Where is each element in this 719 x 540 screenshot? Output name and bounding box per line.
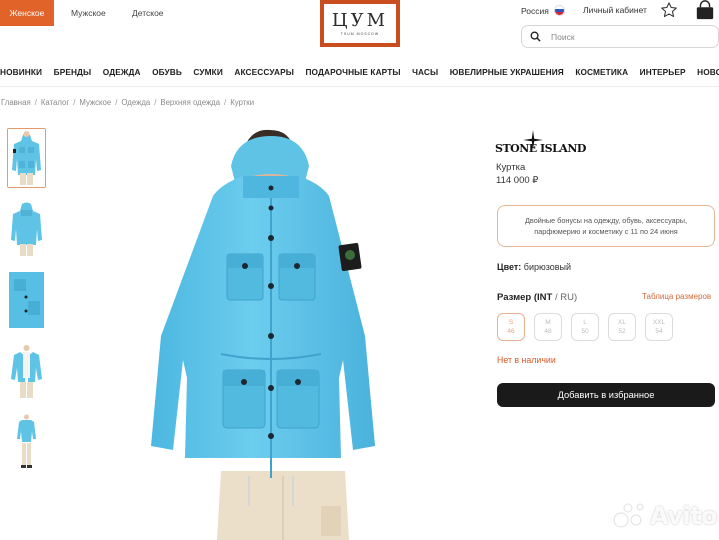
size-option-l[interactable]: L 50 bbox=[571, 313, 599, 341]
size-option-xl[interactable]: XL 52 bbox=[608, 313, 636, 341]
tab-kids[interactable]: Детское bbox=[132, 8, 164, 18]
size-int: XXL bbox=[652, 319, 666, 326]
breadcrumb-home[interactable]: Главная bbox=[1, 98, 31, 107]
breadcrumb-outerwear[interactable]: Верхняя одежда bbox=[160, 98, 220, 107]
russia-flag-icon bbox=[553, 5, 565, 16]
nav-item-shoes[interactable]: ОБУВЬ bbox=[152, 67, 182, 77]
nav-item-jewelry[interactable]: ЮВЕЛИРНЫЕ УКРАШЕНИЯ bbox=[450, 67, 564, 77]
jacket-open-thumbnail bbox=[8, 342, 45, 400]
nav-item-cosmetics[interactable]: КОСМЕТИКА bbox=[575, 67, 628, 77]
search-input[interactable] bbox=[551, 31, 701, 42]
size-label-text: Размер bbox=[497, 292, 532, 303]
size-option-xxl[interactable]: XXL 54 bbox=[645, 313, 673, 341]
breadcrumb-separator: / bbox=[115, 98, 118, 107]
size-label-ru: / RU) bbox=[552, 292, 578, 303]
jacket-back-thumbnail bbox=[8, 200, 45, 258]
product-type: Куртка bbox=[496, 162, 526, 173]
nav-item-gift-cards[interactable]: ПОДАРОЧНЫЕ КАРТЫ bbox=[305, 67, 400, 77]
thumbnail-back[interactable] bbox=[7, 199, 46, 259]
color-label: Цвет: bbox=[497, 262, 522, 272]
product-main-image[interactable] bbox=[143, 126, 383, 540]
size-ru: 52 bbox=[618, 328, 626, 335]
nav-item-watches[interactable]: ЧАСЫ bbox=[412, 67, 438, 77]
avito-watermark: Avito bbox=[612, 500, 718, 532]
logo-main-text: ЦУМ bbox=[331, 10, 389, 31]
product-price: 114 000 ₽ bbox=[496, 175, 539, 186]
main-nav: НОВИНКИ БРЕНДЫ ОДЕЖДА ОБУВЬ СУМКИ АКСЕСС… bbox=[0, 62, 719, 82]
nav-item-brands[interactable]: БРЕНДЫ bbox=[54, 67, 92, 77]
breadcrumb-separator: / bbox=[154, 98, 157, 107]
size-option-m[interactable]: M 48 bbox=[534, 313, 562, 341]
region-selector[interactable]: Россия bbox=[521, 5, 565, 16]
color-value: бирюзовый bbox=[523, 262, 572, 272]
jacket-main-photo bbox=[143, 126, 383, 540]
jacket-detail-thumbnail bbox=[9, 272, 44, 328]
favorites-star-icon[interactable] bbox=[660, 1, 678, 19]
breadcrumb-catalog[interactable]: Каталог bbox=[41, 98, 69, 107]
nav-item-interior[interactable]: ИНТЕРЬЕР bbox=[640, 67, 686, 77]
size-ru: 54 bbox=[655, 328, 663, 335]
jacket-front-thumbnail bbox=[8, 129, 45, 187]
size-options: S 46 M 48 L 50 XL 52 XXL 54 bbox=[497, 313, 673, 341]
thumbnail-front[interactable] bbox=[7, 128, 46, 188]
shopping-bag-icon[interactable] bbox=[694, 0, 716, 20]
size-ru: 50 bbox=[581, 328, 589, 335]
nav-item-clothing[interactable]: ОДЕЖДА bbox=[103, 67, 141, 77]
size-label: Размер (INT / RU) bbox=[497, 292, 577, 303]
gender-tabs: Женское bbox=[0, 0, 54, 26]
brand-name: STONE ISLAND bbox=[495, 142, 586, 155]
size-int: XL bbox=[618, 319, 626, 326]
size-int: M bbox=[545, 319, 551, 326]
bonus-promo-text: Двойные бонусы на одежду, обувь, аксессу… bbox=[524, 216, 688, 236]
breadcrumb: Главная / Каталог / Мужское / Одежда / Верхн… bbox=[1, 98, 254, 107]
breadcrumb-jackets[interactable]: Куртки bbox=[230, 98, 254, 107]
logo-frame: ЦУМ TSUM MOSCOW bbox=[323, 3, 397, 44]
site-logo[interactable]: ЦУМ TSUM MOSCOW bbox=[320, 0, 400, 47]
breadcrumb-clothing[interactable]: Одежда bbox=[121, 98, 150, 107]
size-option-s[interactable]: S 46 bbox=[497, 313, 525, 341]
availability-status: Нет в наличии bbox=[497, 355, 556, 365]
nav-item-news[interactable]: НОВОСТИ bbox=[697, 67, 719, 77]
thumbnail-full[interactable] bbox=[7, 412, 46, 472]
avito-dots-icon bbox=[613, 503, 644, 528]
nav-item-new[interactable]: НОВИНКИ bbox=[0, 67, 42, 77]
nav-item-accessories[interactable]: АКСЕССУАРЫ bbox=[234, 67, 294, 77]
size-int: L bbox=[583, 319, 587, 326]
color-info: Цвет: бирюзовый bbox=[497, 262, 571, 272]
nav-divider bbox=[0, 86, 719, 87]
size-ru: 48 bbox=[544, 328, 552, 335]
thumbnail-open[interactable] bbox=[7, 341, 46, 401]
search-icon bbox=[530, 31, 541, 42]
size-label-int: (INT bbox=[533, 292, 553, 303]
search-bar[interactable] bbox=[521, 25, 719, 48]
breadcrumb-separator: / bbox=[34, 98, 37, 107]
bonus-promo-box: Двойные бонусы на одежду, обувь, аксессу… bbox=[497, 205, 715, 247]
tab-women[interactable]: Женское bbox=[0, 0, 54, 26]
size-int: S bbox=[508, 319, 514, 326]
logo-sub-text: TSUM MOSCOW bbox=[340, 32, 380, 36]
size-ru: 46 bbox=[507, 328, 515, 335]
watermark-text: Avito bbox=[650, 502, 718, 530]
jacket-full-thumbnail bbox=[8, 413, 45, 471]
breadcrumb-separator: / bbox=[73, 98, 76, 107]
brand-logo[interactable]: STONE ISLAND bbox=[495, 130, 586, 156]
tab-men[interactable]: Мужское bbox=[71, 8, 106, 18]
nav-item-bags[interactable]: СУМКИ bbox=[193, 67, 222, 77]
size-chart-link[interactable]: Таблица размеров bbox=[642, 292, 711, 301]
add-to-favorites-button[interactable]: Добавить в избранное bbox=[497, 383, 715, 407]
thumbnail-detail[interactable] bbox=[7, 270, 46, 330]
account-link[interactable]: Личный кабинет bbox=[583, 5, 647, 15]
breadcrumb-separator: / bbox=[224, 98, 227, 107]
region-label: Россия bbox=[521, 5, 549, 16]
breadcrumb-men[interactable]: Мужское bbox=[79, 98, 111, 107]
